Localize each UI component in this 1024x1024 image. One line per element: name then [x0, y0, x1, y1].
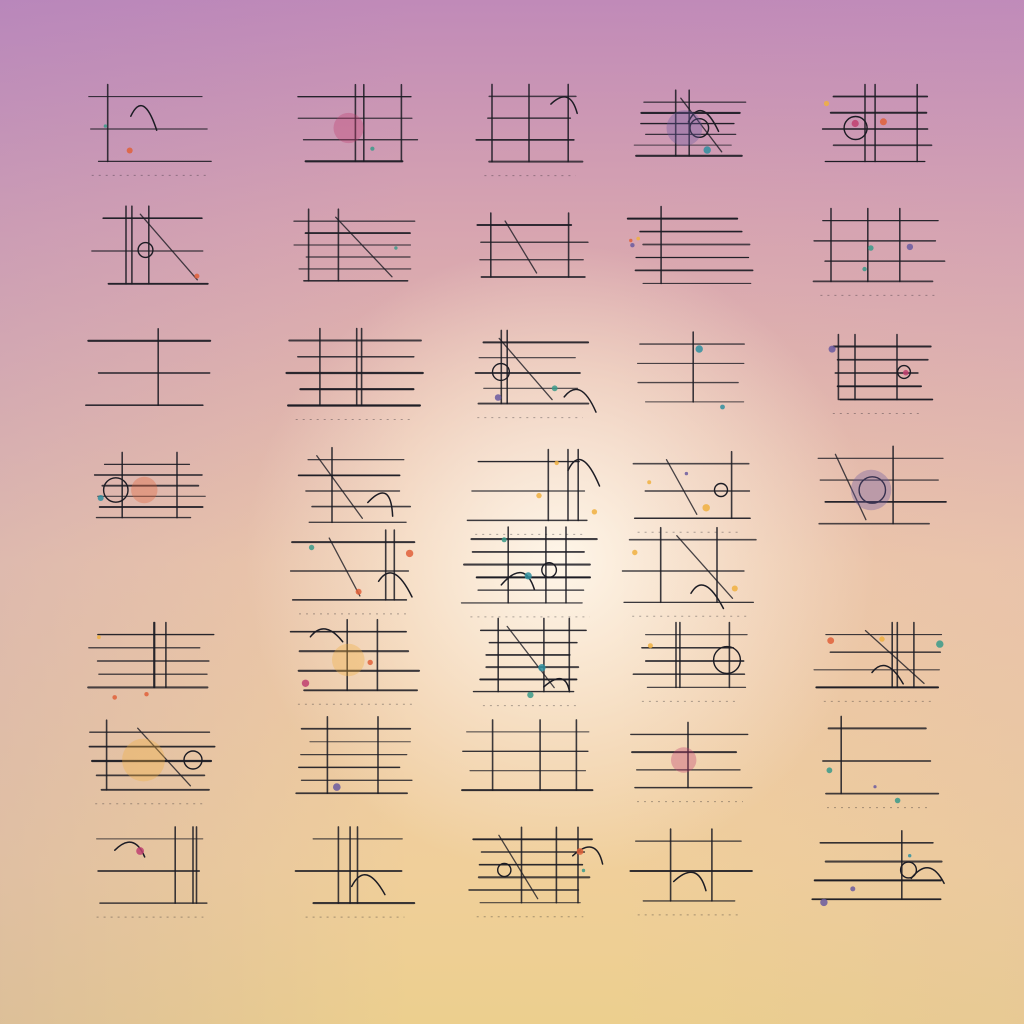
glyph-symbol [812, 831, 944, 907]
glyph-symbol [461, 527, 596, 617]
glyph-symbol [814, 209, 945, 296]
glyph-symbol [476, 330, 596, 417]
glyph-symbol [462, 720, 592, 790]
glyph-symbol [298, 85, 418, 162]
glyph-symbol [818, 446, 946, 523]
glyph-symbol [86, 329, 210, 405]
glyph-symbol [291, 530, 415, 614]
glyph-symbol [469, 827, 603, 916]
glyph-symbol [89, 85, 211, 176]
glyph-symbol [814, 623, 944, 702]
glyph-symbol [633, 623, 747, 702]
glyph-symbol [299, 448, 411, 523]
glyph-symbol [634, 90, 745, 156]
glyph-symbol [97, 827, 207, 917]
glyph-symbol [92, 206, 208, 284]
glyph-symbol [291, 620, 419, 705]
glyph-symbol [477, 213, 588, 277]
glyph-symbol [476, 84, 582, 175]
glyph-symbol [823, 85, 932, 162]
glyph-symbol [622, 528, 756, 617]
glyph-symbol [474, 618, 587, 705]
glyph-symbol [633, 452, 750, 533]
glyph-grid [0, 0, 1024, 1024]
glyph-symbol [296, 717, 412, 793]
glyph-symbol [88, 623, 214, 700]
glyph-symbol [828, 335, 933, 414]
glyph-symbol [823, 716, 938, 807]
glyph-symbol [287, 329, 423, 420]
artwork-canvas [0, 0, 1024, 1024]
glyph-symbol [638, 332, 745, 410]
glyph-symbol [95, 452, 206, 517]
glyph-symbol [631, 722, 752, 801]
glyph-symbol [294, 209, 415, 281]
glyph-symbol [467, 450, 599, 535]
glyph-symbol [90, 720, 215, 804]
glyph-symbol [630, 829, 752, 915]
glyph-symbol [296, 827, 415, 917]
glyph-symbol [628, 207, 753, 284]
